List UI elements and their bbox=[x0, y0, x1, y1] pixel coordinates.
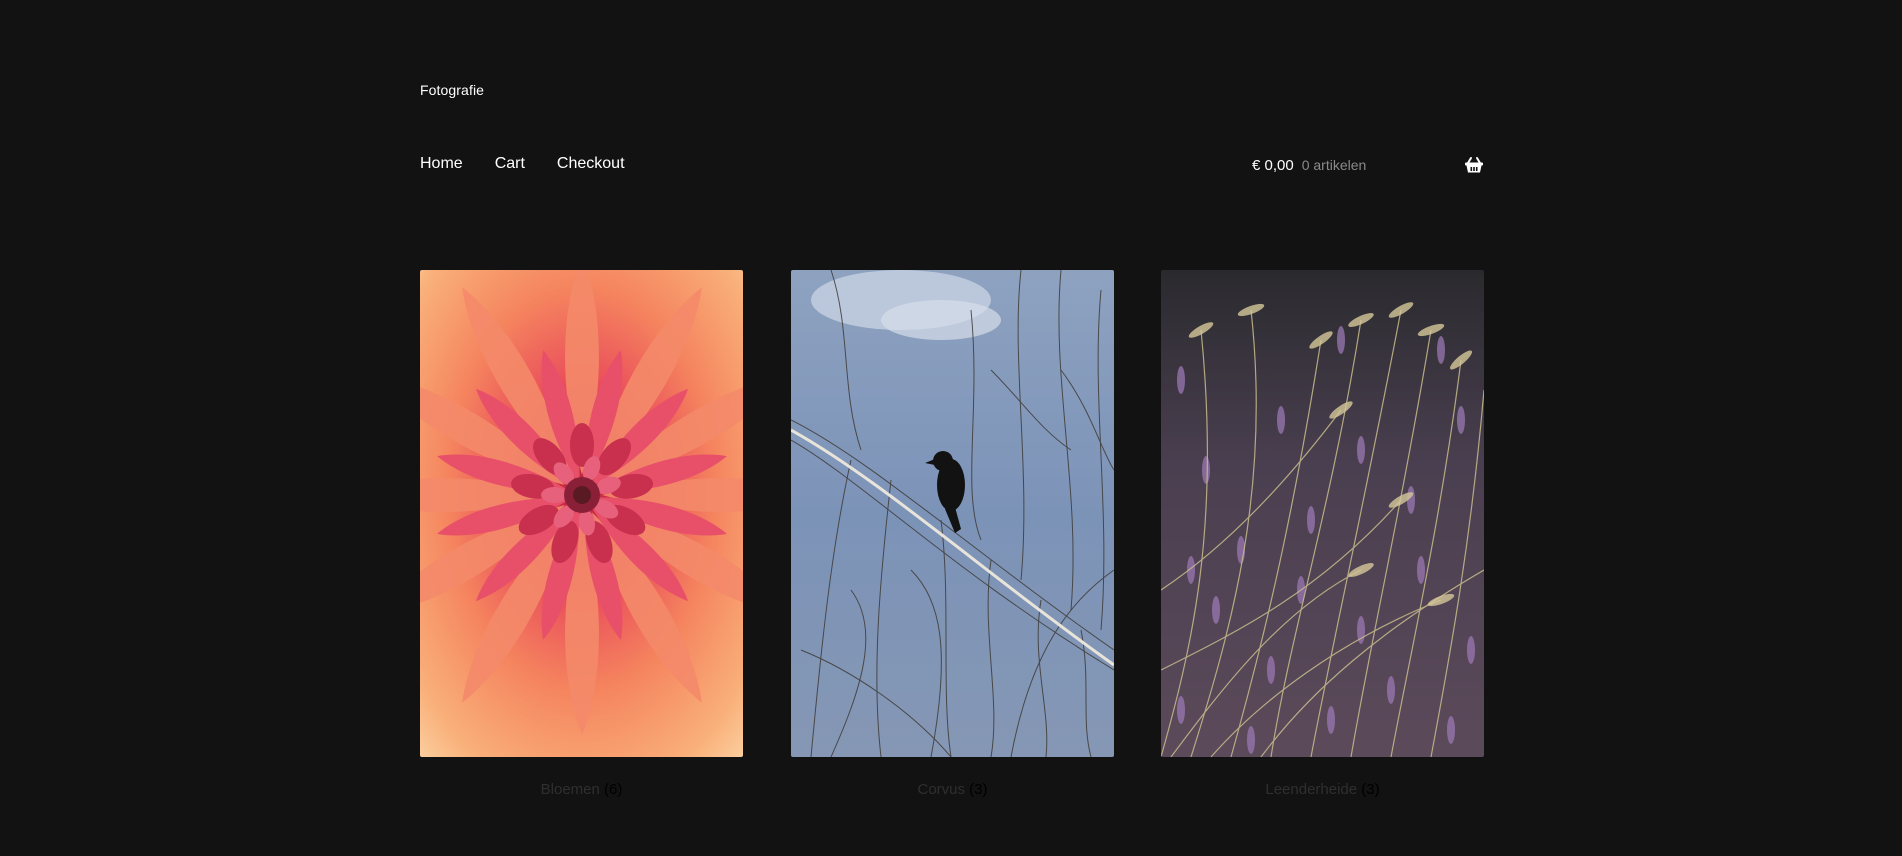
heather-grass-image[interactable] bbox=[1161, 270, 1484, 757]
category-name: Leenderheide bbox=[1265, 781, 1358, 798]
category-caption[interactable]: Bloemen (6) bbox=[420, 781, 743, 798]
category-count: (3) bbox=[1361, 781, 1380, 798]
basket-icon[interactable] bbox=[1464, 155, 1484, 175]
category-name: Bloemen bbox=[540, 781, 600, 798]
nav-checkout[interactable]: Checkout bbox=[557, 155, 625, 173]
nav-home[interactable]: Home bbox=[420, 155, 463, 173]
main-navigation: Home Cart Checkout bbox=[420, 155, 657, 173]
category-count: (6) bbox=[604, 781, 623, 798]
nav-cart[interactable]: Cart bbox=[495, 155, 525, 173]
crow-in-tree-image[interactable] bbox=[791, 270, 1114, 757]
cart-total: € 0,00 bbox=[1252, 156, 1294, 174]
category-caption[interactable]: Corvus (3) bbox=[791, 781, 1114, 798]
category-count: (3) bbox=[969, 781, 988, 798]
dahlia-flower-image[interactable] bbox=[420, 270, 743, 757]
cart-item-count: 0 artikelen bbox=[1301, 157, 1367, 173]
category-card-corvus[interactable]: Corvus (3) bbox=[791, 270, 1114, 798]
category-name: Corvus bbox=[917, 781, 965, 798]
page: Fotografie Home Cart Checkout € 0,00 0 a… bbox=[0, 0, 1902, 856]
category-grid: Bloemen (6) Corvus (3) Leenderheide (3) bbox=[420, 270, 1484, 810]
category-card-leenderheide[interactable]: Leenderheide (3) bbox=[1161, 270, 1484, 798]
site-title[interactable]: Fotografie bbox=[420, 82, 484, 98]
category-card-bloemen[interactable]: Bloemen (6) bbox=[420, 270, 743, 798]
category-caption[interactable]: Leenderheide (3) bbox=[1161, 781, 1484, 798]
header-cart[interactable]: € 0,00 0 artikelen bbox=[1252, 155, 1484, 175]
